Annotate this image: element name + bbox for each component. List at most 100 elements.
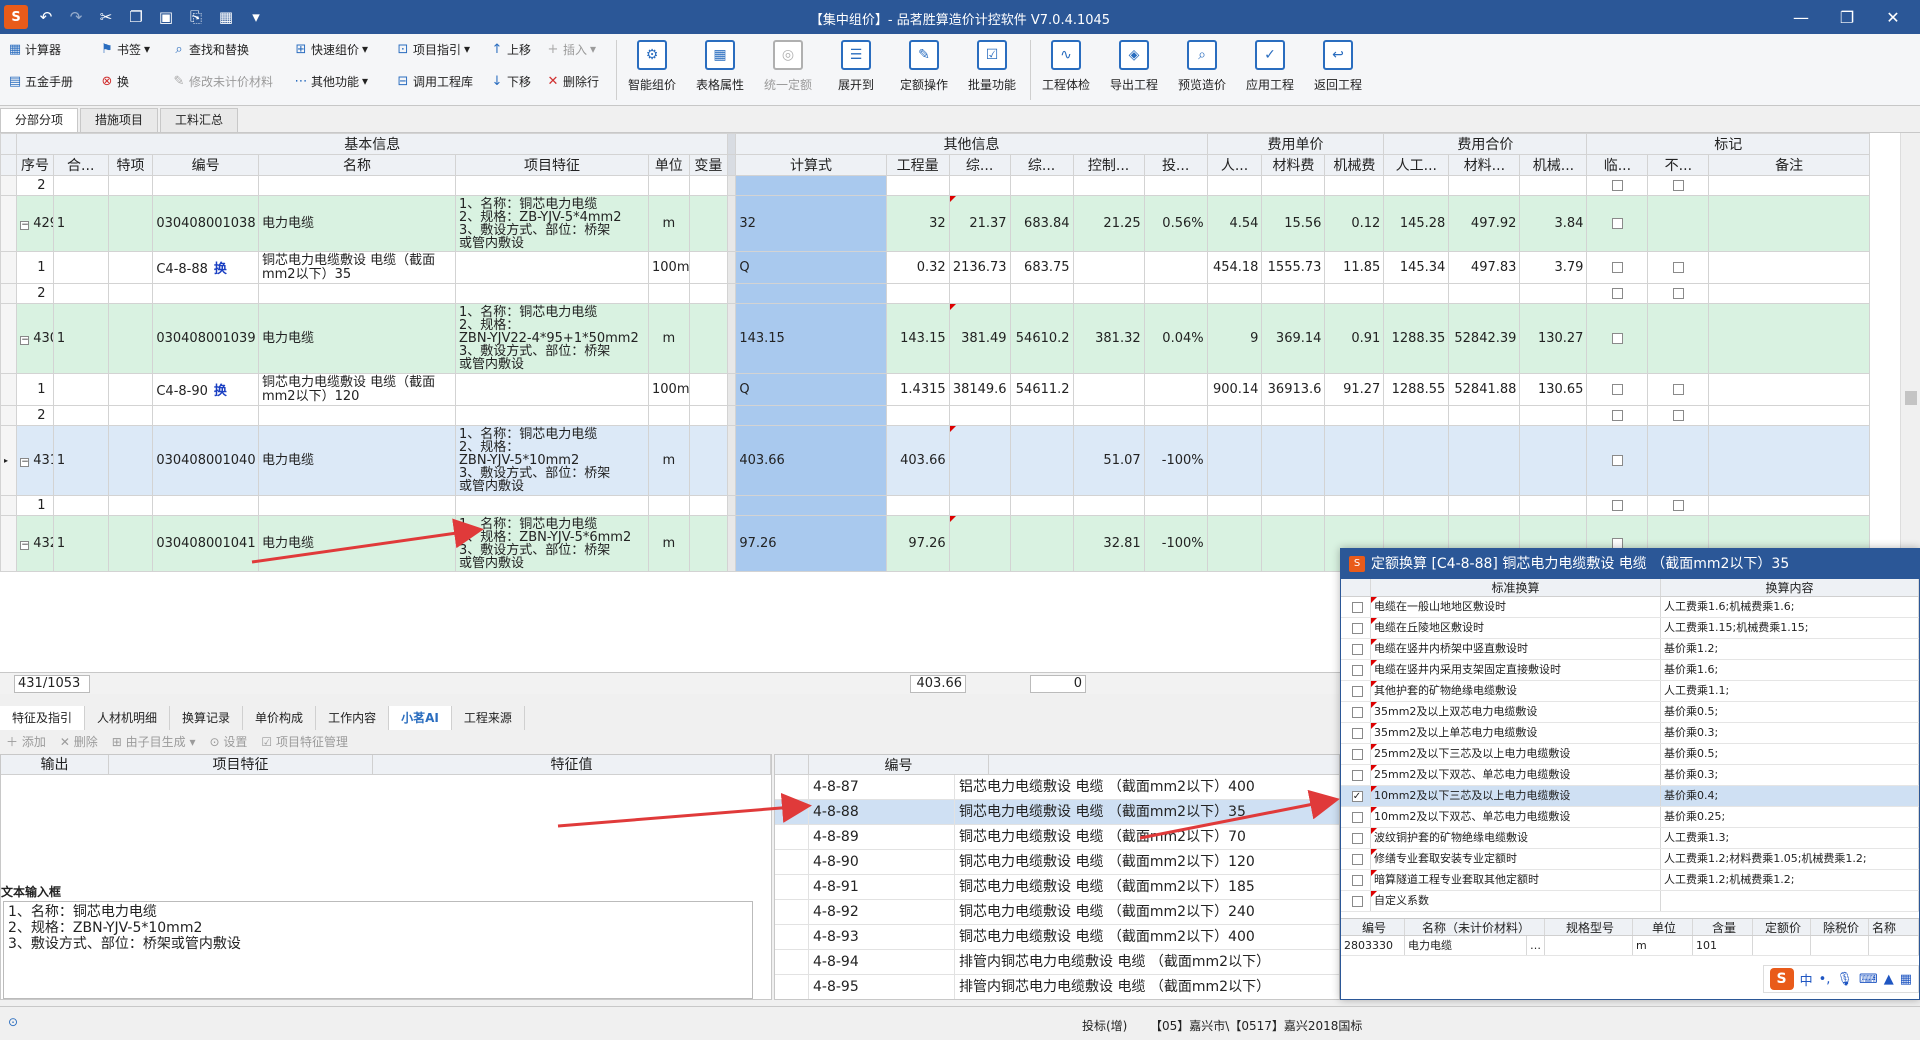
column-header[interactable]: 合... [52,154,109,176]
apply-project-button[interactable]: ✓ 应用工程 [1238,38,1302,102]
rh-cell[interactable] [1383,495,1450,516]
list-item[interactable]: 电缆在一般山地地区敷设时 人工费乘1.6;机械费乘1.6; [1341,597,1919,618]
seq-cell[interactable]: 1 [16,251,54,284]
list-item[interactable]: 4-8-93 铜芯电力电缆敷设 电缆 （截面mm2以下）400 [775,925,1339,950]
feature-cell[interactable] [455,373,649,406]
table-row[interactable]: ▸−4311 030408001040电力电缆1、名称：铜芯电力电缆 2、规格： … [0,425,1870,496]
merge-cell[interactable] [52,175,109,196]
name-cell[interactable] [257,495,457,516]
tab-resource-detail[interactable]: 人材机明细 [85,706,171,730]
remark-cell[interactable] [1708,405,1870,426]
list-item[interactable]: 25mm2及以下三芯及以上电力电缆敷设 基价乘0.5; [1341,744,1919,765]
z1-cell[interactable]: 38149.6 [948,373,1011,406]
tou-cell[interactable] [1143,405,1208,426]
table-row[interactable]: 1 [0,495,1870,516]
ctl-cell[interactable]: 21.25 [1072,195,1145,252]
z2-cell[interactable]: 683.84 [1009,195,1074,252]
list-item[interactable]: 电缆在竖井内桥架中竖直敷设时 基价乘1.2; [1341,639,1919,660]
tab-work-content[interactable]: 工作内容 [316,706,390,730]
special-cell[interactable] [107,195,154,252]
list-item[interactable]: 35mm2及以上双芯电力电缆敷设 基价乘0.5; [1341,702,1919,723]
seq-cell[interactable]: −432 [16,515,54,572]
checkbox[interactable] [1351,622,1363,634]
row-indicator[interactable] [0,175,18,196]
feature-management-button[interactable]: ☑ 项目特征管理 [261,733,348,750]
formula-cell[interactable]: Q [735,373,887,406]
rh-cell[interactable] [1383,283,1450,304]
modify-material-button[interactable]: ✎ 修改未计价材料 [172,70,273,92]
seq-cell[interactable]: 2 [16,175,54,196]
cai-cell[interactable]: 36913.6 [1261,373,1326,406]
name-cell[interactable] [257,283,457,304]
cai-cell[interactable] [1261,175,1326,196]
return-project-button[interactable]: ↩ 返回工程 [1306,38,1370,102]
formula-cell[interactable]: 143.15 [735,303,887,374]
checkbox[interactable] [1351,874,1363,886]
merge-cell[interactable] [52,405,109,426]
table-row[interactable]: 2 [0,175,1870,196]
code-cell[interactable]: 030408001038 [152,195,259,252]
jh-cell[interactable] [1519,175,1588,196]
z1-cell[interactable] [948,495,1011,516]
list-item[interactable]: 4-8-90 铜芯电力电缆敷设 电缆 （截面mm2以下）120 [775,850,1339,875]
ctl-cell[interactable] [1072,283,1145,304]
name-cell[interactable] [257,175,457,196]
name-cell[interactable]: 电力电缆 [257,425,457,496]
unit-cell[interactable]: m [648,303,690,374]
ch-cell[interactable] [1448,175,1521,196]
code-cell[interactable] [152,495,259,516]
rh-cell[interactable]: 1288.35 [1383,303,1450,374]
ji-cell[interactable] [1324,495,1385,516]
qty-cell[interactable] [885,175,950,196]
list-item[interactable]: 25mm2及以下双芯、单芯电力电缆敷设 基价乘0.3; [1341,765,1919,786]
checkbox[interactable] [1351,685,1363,697]
collapse-toggle-icon[interactable]: − [20,221,30,230]
batch-functions-button[interactable]: ☑ 批量功能 [960,38,1024,102]
skin-icon[interactable]: ▲ [1884,972,1894,987]
z1-cell[interactable]: 381.49 [948,303,1011,374]
feature-cell[interactable] [455,405,649,426]
ctl-cell[interactable] [1072,405,1145,426]
qty-cell[interactable]: 143.15 [885,303,950,374]
tou-cell[interactable]: 0.04% [1143,303,1208,374]
ctl-cell[interactable]: 381.32 [1072,303,1145,374]
list-item[interactable]: 4-8-91 铜芯电力电缆敷设 电缆 （截面mm2以下）185 [775,875,1339,900]
column-header[interactable]: 单位 [648,154,690,176]
close-button[interactable]: ✕ [1870,2,1916,32]
ch-cell[interactable] [1448,283,1521,304]
variable-cell[interactable] [688,303,729,374]
column-header[interactable]: 计算式 [735,154,887,176]
feature-cell[interactable]: 1、名称：铜芯电力电缆 2、规格：ZBN-YJV-5*6mm2 3、敷设方式、部… [455,515,649,572]
checkbox[interactable] [1672,500,1684,511]
unit-cell[interactable]: m [648,195,690,252]
checkbox[interactable] [1672,384,1684,395]
special-cell[interactable] [107,303,154,374]
checkbox[interactable] [1672,288,1684,299]
collapse-toggle-icon[interactable]: − [20,336,30,345]
seq-cell[interactable]: 1 [16,373,54,406]
unit-cell[interactable] [648,405,690,426]
settings-icon[interactable]: ⊙ [8,1015,18,1029]
name-cell[interactable]: 电力电缆 [257,195,457,252]
name-cell[interactable]: 铜芯电力电缆敷设 电缆（截面mm2以下）35 [257,251,457,284]
checkbox[interactable] [1672,262,1684,273]
delete-button[interactable]: ✕ 删除 [60,733,98,750]
ren-cell[interactable]: 9 [1206,303,1263,374]
list-item[interactable]: 修缮专业套取安装专业定额时 人工费乘1.2;材料费乘1.05;机械费乘1.2; [1341,849,1919,870]
list-item[interactable]: 其他护套的矿物绝缘电缆敷设 人工费乘1.1; [1341,681,1919,702]
ellipsis-button[interactable]: … [1527,936,1545,955]
seq-cell[interactable]: −431 [16,425,54,496]
jh-cell[interactable] [1519,425,1588,496]
remark-cell[interactable] [1708,175,1870,196]
table-row[interactable]: 1 C4-8-90 换铜芯电力电缆敷设 电缆（截面mm2以下）120 100m Q 1.4… [0,373,1870,406]
column-header[interactable]: 综... [948,154,1011,176]
call-project-library-button[interactable]: ⊟ 调用工程库 [396,70,473,92]
rh-cell[interactable] [1383,425,1450,496]
ctl-cell[interactable] [1072,175,1145,196]
jh-cell[interactable]: 3.79 [1519,251,1588,284]
code-cell[interactable] [152,405,259,426]
checkbox[interactable] [1351,706,1363,718]
checkbox[interactable] [1351,601,1363,613]
z1-cell[interactable] [948,515,1011,572]
ime-language[interactable]: 中 [1800,970,1813,989]
